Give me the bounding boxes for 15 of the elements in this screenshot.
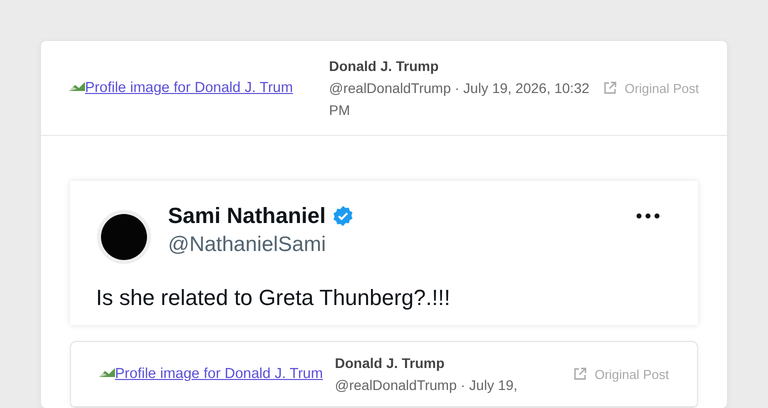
- broken-image-link[interactable]: Profile image for Donald J. Trum: [69, 80, 329, 96]
- tweet-author-name: Sami Nathaniel: [168, 203, 326, 229]
- more-icon[interactable]: [636, 213, 660, 219]
- tweet-text: Is she related to Greta Thunberg?.!!!: [96, 285, 452, 311]
- tweet-handle: @NathanielSami: [168, 233, 327, 257]
- author-name: Donald J. Trump: [334, 354, 446, 373]
- broken-image-link[interactable]: Profile image for Donald J. Trum: [99, 366, 335, 382]
- avatar: [96, 209, 152, 265]
- broken-image-icon: [99, 368, 115, 376]
- external-link-icon: [572, 367, 587, 381]
- author-name: Donald J. Trump: [329, 57, 440, 76]
- post-meta: @realDonaldTrump · July 19,: [334, 376, 518, 395]
- external-link-icon: [602, 81, 617, 95]
- broken-image-icon: [69, 82, 85, 90]
- post-meta: @realDonaldTrump · July 19, 2026, 10:32 PM: [329, 79, 590, 120]
